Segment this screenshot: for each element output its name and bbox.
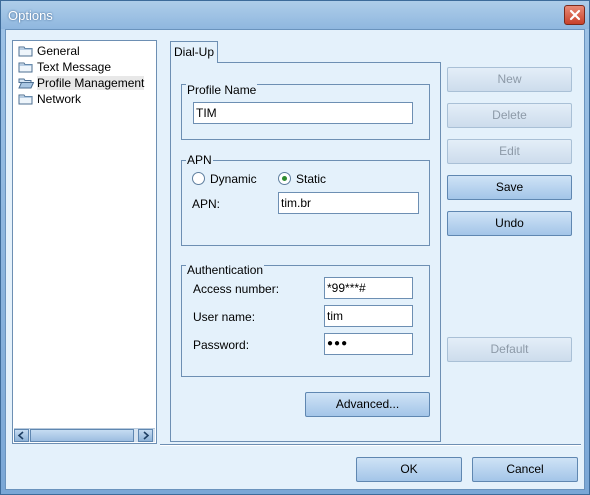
save-button[interactable]: Save [447, 175, 572, 200]
dialog-body: General Text Message Profile Management [5, 29, 585, 490]
scroll-thumb[interactable] [30, 429, 134, 442]
footer-divider [160, 444, 581, 446]
password-label: Password: [193, 338, 250, 352]
options-window: Options General Text Message Profile Man… [0, 0, 590, 495]
cancel-button[interactable]: Cancel [472, 457, 578, 482]
static-radio[interactable] [278, 172, 291, 185]
category-tree[interactable]: General Text Message Profile Management [12, 40, 157, 444]
tree-item-label: Profile Management [37, 76, 145, 90]
tab-dial-up[interactable]: Dial-Up [170, 41, 218, 63]
horizontal-scrollbar[interactable] [14, 428, 155, 442]
apn-input[interactable]: tim.br [278, 192, 419, 214]
apn-group-label: APN [186, 153, 213, 167]
undo-button[interactable]: Undo [447, 211, 572, 236]
tree-item-network[interactable]: Network [17, 91, 81, 107]
tree-item-label: General [37, 44, 80, 58]
dial-up-panel: Profile Name TIM APN Dynamic Static APN:… [170, 62, 441, 442]
title-bar[interactable]: Options [1, 1, 589, 29]
tree-item-text-message[interactable]: Text Message [17, 59, 111, 75]
close-button[interactable] [564, 5, 585, 25]
tree-item-label: Network [37, 92, 82, 106]
authentication-group-label: Authentication [186, 263, 265, 277]
tree-item-label: Text Message [37, 60, 112, 74]
dynamic-radio-label[interactable]: Dynamic [210, 172, 257, 186]
apn-field-label: APN: [192, 197, 221, 211]
folder-icon [18, 46, 33, 57]
chevron-right-icon [143, 431, 150, 440]
password-input[interactable]: ●●● [324, 333, 413, 355]
folder-open-icon [18, 78, 34, 89]
default-button[interactable]: Default [447, 337, 572, 362]
static-radio-label[interactable]: Static [296, 172, 326, 186]
window-title: Options [8, 8, 53, 23]
scroll-right-button[interactable] [138, 429, 153, 442]
scroll-left-button[interactable] [14, 429, 29, 442]
folder-icon [18, 94, 33, 105]
access-number-label: Access number: [193, 282, 280, 296]
edit-button[interactable]: Edit [447, 139, 572, 164]
folder-icon [18, 62, 33, 73]
delete-button[interactable]: Delete [447, 103, 572, 128]
new-button[interactable]: New [447, 67, 572, 92]
advanced-button[interactable]: Advanced... [305, 392, 430, 417]
access-number-input[interactable]: *99***# [324, 277, 413, 299]
dynamic-radio[interactable] [192, 172, 205, 185]
ok-button[interactable]: OK [356, 457, 462, 482]
profile-name-group-label: Profile Name [186, 83, 258, 97]
profile-name-input[interactable]: TIM [193, 102, 413, 124]
tree-item-general[interactable]: General [17, 43, 80, 59]
close-icon [569, 9, 581, 21]
user-name-label: User name: [193, 310, 256, 324]
chevron-left-icon [17, 431, 24, 440]
user-name-input[interactable]: tim [324, 305, 413, 327]
tree-item-profile-management[interactable]: Profile Management [17, 75, 145, 91]
